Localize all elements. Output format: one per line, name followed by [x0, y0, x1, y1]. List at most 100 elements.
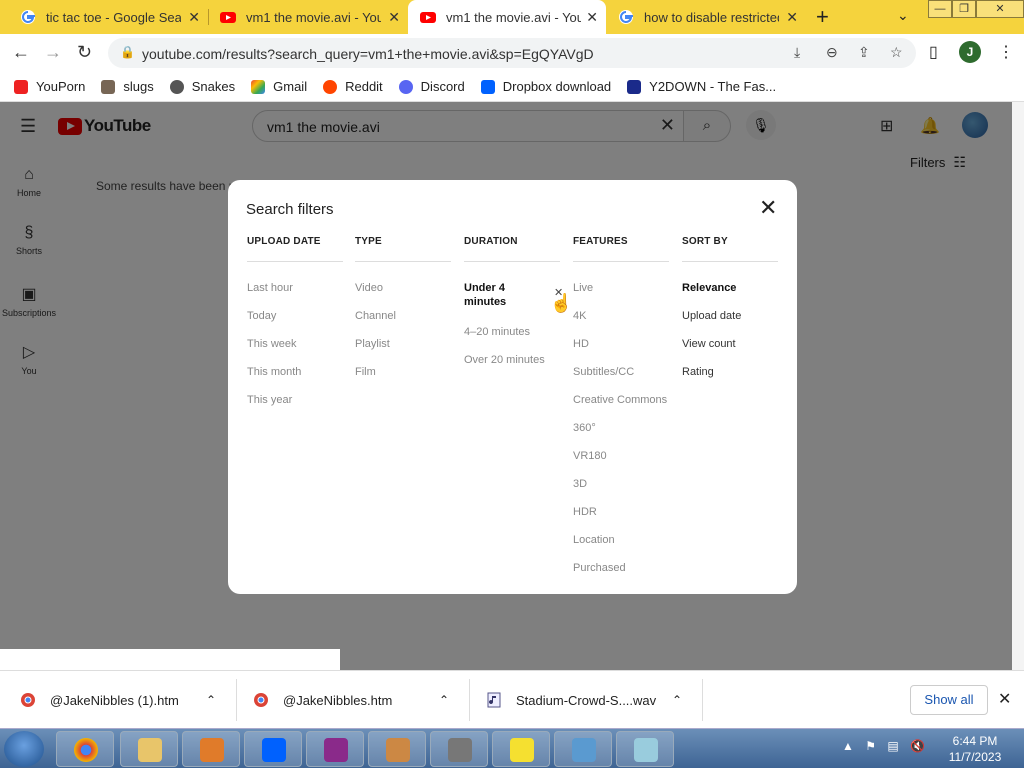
filter-option[interactable]: Today [247, 309, 343, 337]
lock-icon[interactable]: 🔒 [120, 45, 135, 59]
network-icon[interactable]: ▤ [887, 739, 898, 753]
filter-option[interactable]: Over 20 minutes [464, 353, 560, 381]
download-item[interactable]: @JakeNibbles (1).htm ⌃ [20, 671, 236, 729]
filter-option[interactable]: Location [573, 533, 669, 561]
bookmark-label: Discord [420, 79, 465, 94]
tab-strip: tic tac toe - Google Search ✕ vm1 the mo… [0, 0, 1024, 34]
bookmark-y2down[interactable]: Y2DOWN - The Fas... [627, 79, 776, 94]
filter-option[interactable]: Rating [682, 365, 778, 393]
taskbar-app-6[interactable] [368, 731, 426, 767]
taskbar-winrar[interactable] [306, 731, 364, 767]
share-icon[interactable]: ⇪ [858, 44, 870, 61]
close-icon[interactable]: ✕ [998, 689, 1011, 709]
zoom-icon[interactable]: ⊖ [826, 44, 838, 61]
filter-option[interactable]: VR180 [573, 449, 669, 477]
show-all-button[interactable]: Show all [910, 685, 988, 715]
dialog-title: Search filters [246, 201, 334, 218]
start-button[interactable] [4, 731, 44, 767]
restore-icon[interactable]: ❐ [952, 0, 976, 18]
bookmark-reddit[interactable]: Reddit [323, 79, 383, 94]
bookmark-discord[interactable]: Discord [398, 79, 465, 94]
close-icon[interactable]: ✕ [188, 9, 200, 26]
bookmark-youporn[interactable]: YouPorn [14, 79, 85, 94]
close-icon[interactable]: ✕ [786, 9, 798, 26]
filter-option[interactable]: Film [355, 365, 451, 393]
filter-option[interactable]: View count [682, 337, 778, 365]
chevron-down-icon[interactable]: ⌄ [897, 7, 909, 24]
filter-option-selected[interactable]: Relevance [682, 281, 778, 309]
more-menu-icon[interactable]: ⋮ [998, 42, 1014, 62]
bookmark-slugs[interactable]: slugs [101, 79, 154, 94]
filter-option[interactable]: Purchased [573, 561, 669, 589]
clock[interactable]: 6:44 PM 11/7/2023 [940, 733, 1010, 765]
youtube-icon [220, 12, 236, 23]
flag-icon[interactable]: ⚑ [865, 739, 876, 753]
close-icon[interactable]: ✕ [586, 9, 598, 26]
filter-option[interactable]: Playlist [355, 337, 451, 365]
tab-google-tictactoe[interactable]: tic tac toe - Google Search ✕ [8, 0, 208, 34]
new-tab-icon[interactable]: + [816, 4, 829, 30]
side-panel-icon[interactable]: ▯ [929, 42, 938, 62]
tab-youtube-active[interactable]: vm1 the movie.avi - YouTube ✕ [408, 0, 606, 34]
filter-option-selected[interactable]: Under 4 minutes [464, 281, 548, 325]
download-item[interactable]: Stadium-Crowd-S....wav ⌃ [486, 671, 702, 729]
chevron-up-icon[interactable]: ⌃ [439, 693, 449, 707]
taskbar-photos[interactable] [554, 731, 612, 767]
scrollbar[interactable] [1012, 102, 1024, 670]
tray-expand-icon[interactable]: ▲ [842, 739, 854, 753]
filter-option[interactable]: This week [247, 337, 343, 365]
profile-avatar[interactable]: J [959, 41, 981, 63]
bookmark-snakes[interactable]: Snakes [169, 79, 236, 94]
reload-icon[interactable]: ↻ [77, 42, 92, 63]
filter-option[interactable]: This year [247, 393, 343, 421]
filter-option[interactable]: HDR [573, 505, 669, 533]
winrar-icon [324, 738, 348, 762]
filter-option[interactable]: Last hour [247, 281, 343, 309]
minimize-icon[interactable]: — [928, 0, 952, 18]
filter-option[interactable]: HD [573, 337, 669, 365]
filter-option[interactable]: Video [355, 281, 451, 309]
close-icon[interactable]: ✕ [759, 197, 777, 219]
bookmark-label: Snakes [191, 79, 236, 94]
audio-file-icon [487, 692, 501, 708]
filter-option[interactable]: 3D [573, 477, 669, 505]
window-close-icon[interactable]: ✕ [976, 0, 1024, 18]
bookmark-star-icon[interactable]: ☆ [890, 44, 903, 61]
download-item[interactable]: @JakeNibbles.htm ⌃ [253, 671, 469, 729]
taskbar-chrome[interactable] [56, 731, 114, 767]
system-tray[interactable]: ▲ ⚑ ▤ 🔇 [842, 739, 925, 753]
back-arrow-icon[interactable]: ← [12, 42, 30, 63]
tab-youtube-1[interactable]: vm1 the movie.avi - YouTube ✕ [208, 0, 408, 34]
filter-option[interactable]: 4K [573, 309, 669, 337]
filter-option[interactable]: Upload date [682, 309, 778, 337]
volume-muted-icon[interactable]: 🔇 [910, 739, 925, 753]
filter-option[interactable]: Subtitles/CC [573, 365, 669, 393]
forward-arrow-icon[interactable]: → [44, 42, 62, 63]
taskbar-app-7[interactable] [430, 731, 488, 767]
chevron-up-icon[interactable]: ⌃ [206, 693, 216, 707]
hand-cursor-icon: ☝ [550, 293, 573, 313]
install-icon[interactable]: ⤓ [794, 44, 800, 61]
bookmark-dropbox[interactable]: Dropbox download [480, 79, 612, 94]
filter-option[interactable]: This month [247, 365, 343, 393]
taskbar-dropbox[interactable] [244, 731, 302, 767]
address-bar[interactable]: 🔒 youtube.com/results?search_query=vm1+t… [108, 38, 916, 68]
bookmark-label: Dropbox download [502, 79, 612, 94]
filter-option[interactable]: Creative Commons [573, 393, 669, 421]
taskbar-explorer[interactable] [120, 731, 178, 767]
page-blank-strip [0, 649, 340, 670]
close-icon[interactable]: ✕ [388, 9, 400, 26]
filter-option[interactable]: Live [573, 281, 669, 309]
tab-title: vm1 the movie.avi - YouTube [446, 9, 581, 25]
tab-google-restricted[interactable]: how to disable restricted mode ✕ [606, 0, 806, 34]
taskbar-media-player[interactable] [182, 731, 240, 767]
filter-option[interactable]: 360° [573, 421, 669, 449]
chevron-up-icon[interactable]: ⌃ [672, 693, 682, 707]
taskbar-sticky-notes[interactable] [492, 731, 550, 767]
browser-toolbar: ← → ↻ 🔒 youtube.com/results?search_query… [0, 34, 1024, 72]
bookmark-gmail[interactable]: Gmail [251, 79, 307, 94]
filter-option[interactable]: 4–20 minutes [464, 325, 560, 353]
filter-option[interactable]: Channel [355, 309, 451, 337]
filter-column-upload-date: UPLOAD DATE Last hour Today This week Th… [247, 236, 343, 421]
taskbar-notepad[interactable] [616, 731, 674, 767]
